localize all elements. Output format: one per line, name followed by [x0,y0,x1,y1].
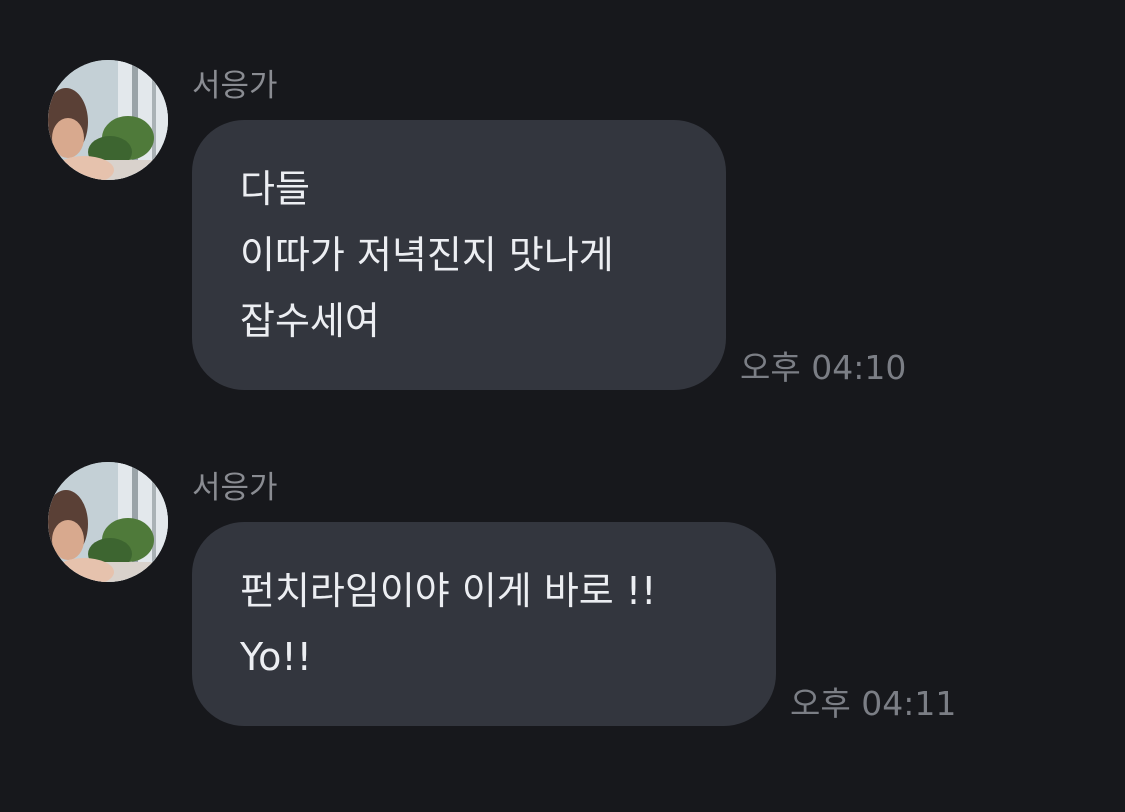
avatar[interactable] [48,60,168,180]
chat-window: 서응가 다들 이따가 저녁진지 맛나게 잡수세여 오후 04:10 서응가 펀치… [0,0,1125,812]
avatar-photo [48,462,168,582]
avatar[interactable] [48,462,168,582]
avatar-photo [48,60,168,180]
message-text-line: Yo!! [240,635,312,679]
sender-name: 서응가 [192,470,278,506]
message-bubble[interactable]: 펀치라임이야 이게 바로 !! Yo!! [192,522,776,726]
message-timestamp: 오후 04:10 [740,348,907,387]
message-timestamp: 오후 04:11 [790,684,957,723]
message-text-line: 이따가 저녁진지 맛나게 [240,233,614,277]
message-text-line: 다들 [240,167,310,211]
message-text-line: 펀치라임이야 이게 바로 !! [240,569,657,613]
message-text-line: 잡수세여 [240,299,380,343]
sender-name: 서응가 [192,68,278,104]
message-bubble[interactable]: 다들 이따가 저녁진지 맛나게 잡수세여 [192,120,726,390]
